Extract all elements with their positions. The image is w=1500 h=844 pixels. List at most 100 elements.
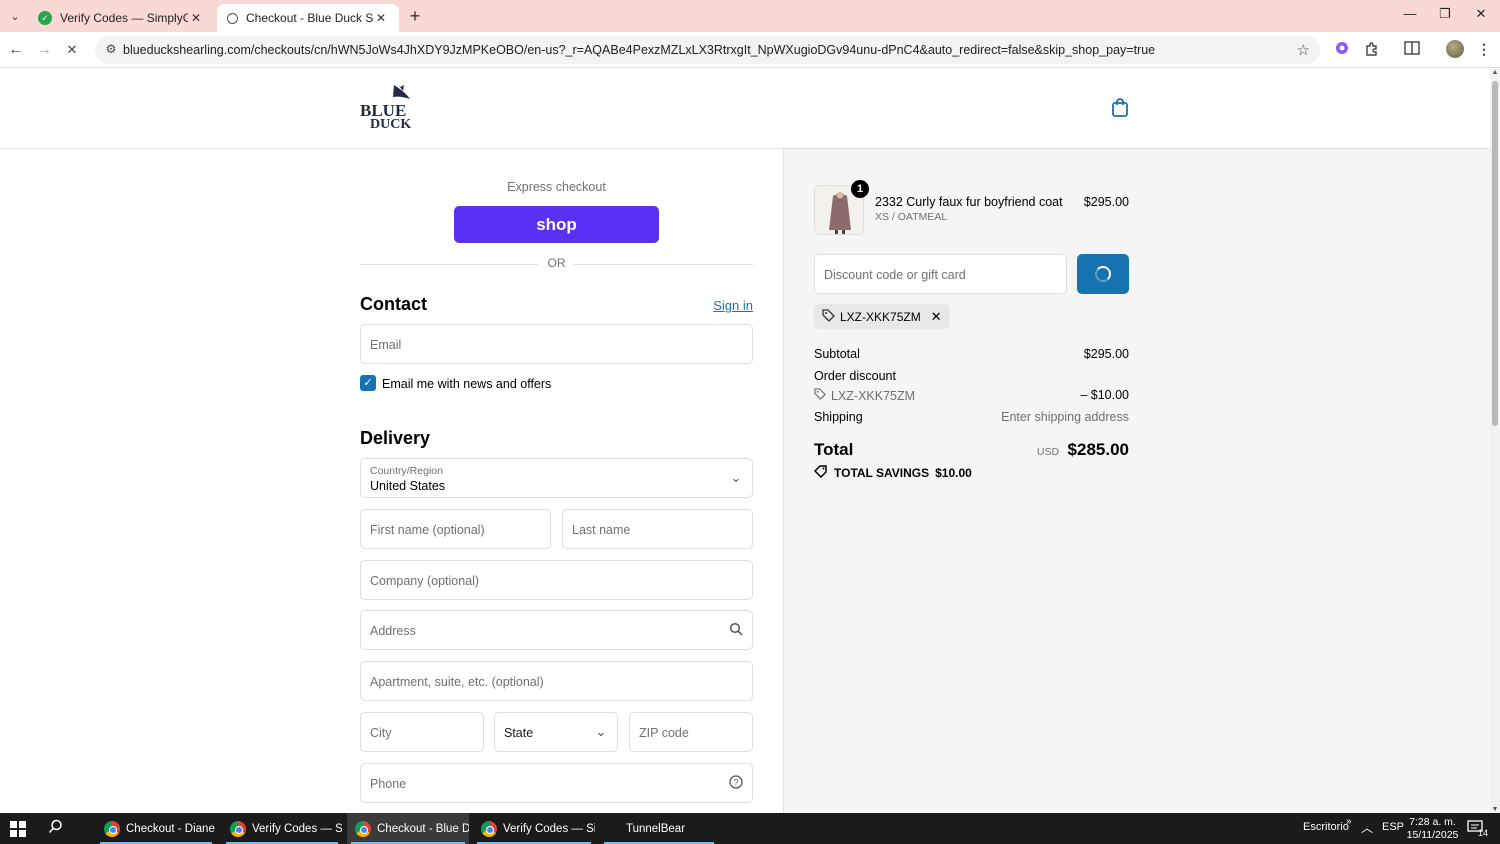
chevron-up-icon[interactable]: ︿ — [1361, 819, 1373, 836]
order-summary-pane — [783, 149, 1490, 813]
bookmark-star-icon[interactable]: ☆ — [1297, 41, 1310, 59]
tab-search-chevron-icon[interactable]: ⌄ — [6, 7, 24, 25]
tag-icon — [814, 388, 826, 403]
windows-start-icon[interactable] — [10, 821, 26, 837]
extensions-puzzle-icon[interactable] — [1362, 41, 1382, 61]
remove-discount-icon[interactable]: ✕ — [931, 309, 942, 325]
taskbar-app-tunnelbear[interactable]: TunnelBear — [600, 813, 718, 844]
scroll-down-arrow-icon[interactable]: ▼ — [1491, 806, 1499, 813]
news-checkbox-label[interactable]: Email me with news and offers — [382, 377, 551, 391]
store-header: BLUE DUCK — [0, 69, 1490, 149]
savings-label: TOTAL SAVINGS — [834, 466, 930, 480]
checkout-page: BLUE DUCK Express checkout shop OR Conta… — [0, 69, 1490, 813]
subtotal-label: Subtotal — [814, 347, 860, 361]
simplycodes-favicon-icon: ✓ — [38, 11, 52, 25]
state-placeholder: State — [504, 726, 534, 740]
close-tab-icon[interactable]: ✕ — [373, 11, 389, 25]
first-name-field[interactable]: First name (optional) — [360, 509, 551, 549]
discount-code-field[interactable]: Discount code or gift card — [814, 254, 1067, 294]
taskbar-app-label: Checkout - Diane K... — [126, 822, 216, 835]
forward-icon[interactable]: → — [34, 40, 54, 60]
desktop-label[interactable]: Escritorio — [1303, 821, 1349, 833]
blue-duck-logo[interactable]: BLUE DUCK — [360, 83, 422, 132]
minimize-icon[interactable]: — — [1397, 6, 1423, 26]
shipping-value: Enter shipping address — [1001, 410, 1129, 424]
chevron-double-icon[interactable]: » — [1346, 816, 1352, 827]
svg-text:?: ? — [733, 778, 738, 788]
close-tab-icon[interactable]: ✕ — [188, 11, 204, 25]
shop-pay-button[interactable]: shop — [454, 206, 659, 243]
total-amount: USD $285.00 — [990, 440, 1129, 460]
applied-discount-chip: LXZ-XKK75ZM ✕ — [814, 304, 950, 329]
product-price: $295.00 — [1083, 195, 1129, 209]
shopping-bag-icon[interactable] — [1110, 97, 1130, 119]
address-bar[interactable]: ⚙ blueduckshearling.com/checkouts/cn/hWN… — [95, 36, 1320, 64]
sign-in-link[interactable]: Sign in — [700, 298, 753, 313]
scrollbar-thumb[interactable] — [1492, 81, 1498, 426]
extension-purple-icon[interactable] — [1332, 41, 1352, 61]
discount-code-text: LXZ-XKK75ZM — [831, 388, 916, 403]
zip-field[interactable]: ZIP code — [629, 712, 753, 752]
city-field[interactable]: City — [360, 712, 484, 752]
applied-code-text: LXZ-XKK75ZM — [840, 309, 921, 324]
help-circle-icon[interactable]: ? — [728, 775, 744, 791]
taskbar-app-label: Checkout - Blue Du... — [377, 822, 469, 835]
taskbar-app-label: Verify Codes — Sim... — [503, 822, 595, 835]
email-placeholder: Email — [370, 338, 402, 352]
browser-menu-icon[interactable]: ⋮ — [1474, 41, 1494, 61]
scroll-up-arrow-icon[interactable]: ▲ — [1491, 69, 1499, 76]
windows-taskbar: Checkout - Diane K... Verify Codes — Sim… — [0, 813, 1500, 844]
discount-value: – $10.00 — [1080, 388, 1129, 402]
url-text[interactable]: blueduckshearling.com/checkouts/cn/hWN5J… — [123, 43, 1155, 57]
address-field[interactable]: Address — [360, 610, 753, 650]
back-icon[interactable]: ← — [6, 40, 26, 60]
loading-favicon-icon — [227, 12, 238, 24]
search-icon[interactable] — [48, 819, 63, 838]
site-settings-icon[interactable]: ⚙ — [103, 42, 119, 58]
taskbar-app-label: Verify Codes — Sim... — [252, 822, 342, 835]
search-icon — [728, 622, 744, 638]
clock-time: 7:28 a. m. — [1409, 816, 1456, 828]
taskbar-app-chrome-1[interactable]: Checkout - Diane K... — [96, 813, 216, 844]
restore-icon[interactable]: ❐ — [1432, 6, 1458, 26]
phone-placeholder: Phone — [370, 777, 407, 791]
close-window-icon[interactable]: ✕ — [1468, 6, 1494, 26]
phone-field[interactable]: Phone ? — [360, 763, 753, 803]
page-scrollbar[interactable]: ▲ ▼ — [1490, 69, 1500, 813]
news-checkbox[interactable]: ✓ — [360, 375, 376, 391]
clock[interactable]: 7:28 a. m. 15/11/2025 — [1400, 816, 1465, 842]
or-divider: OR — [360, 256, 753, 272]
tag-icon — [822, 308, 835, 325]
tab-checkout[interactable]: Checkout - Blue Duck Shearling ✕ — [217, 4, 399, 32]
reading-mode-icon[interactable] — [1402, 41, 1422, 61]
company-field[interactable]: Company (optional) — [360, 560, 753, 600]
apartment-placeholder: Apartment, suite, etc. (optional) — [370, 675, 544, 689]
taskbar-app-chrome-3[interactable]: Checkout - Blue Du... — [347, 813, 469, 844]
city-placeholder: City — [370, 726, 392, 740]
country-label: Country/Region — [370, 465, 443, 477]
total-currency: USD — [1036, 446, 1060, 458]
contact-heading: Contact — [360, 294, 427, 314]
apartment-field[interactable]: Apartment, suite, etc. (optional) — [360, 661, 753, 701]
stop-loading-icon[interactable]: ✕ — [62, 40, 82, 60]
new-tab-plus-icon[interactable]: + — [405, 6, 425, 26]
profile-avatar[interactable] — [1446, 40, 1464, 58]
taskbar-app-chrome-4[interactable]: Verify Codes — Sim... — [473, 813, 595, 844]
state-select[interactable]: State ⌄ — [494, 712, 618, 752]
chrome-icon — [230, 820, 246, 837]
discount-placeholder: Discount code or gift card — [824, 268, 966, 282]
clock-date: 15/11/2025 — [1406, 829, 1459, 841]
express-checkout-label: Express checkout — [507, 180, 606, 194]
zip-placeholder: ZIP code — [639, 726, 689, 740]
apply-discount-button[interactable] — [1077, 254, 1129, 294]
chrome-icon — [104, 820, 120, 837]
order-discount-label: Order discount — [814, 369, 896, 383]
taskbar-app-chrome-2[interactable]: Verify Codes — Sim... — [222, 813, 342, 844]
product-name: 2332 Curly faux fur boyfriend coat — [875, 195, 1063, 209]
tab-verify-codes[interactable]: ✓ Verify Codes — SimplyCodes ✕ — [28, 4, 214, 32]
chevron-down-icon: ⌄ — [730, 470, 742, 485]
email-field[interactable]: Email — [360, 324, 753, 364]
country-select[interactable]: Country/Region United States ⌄ — [360, 458, 753, 498]
last-name-field[interactable]: Last name — [562, 509, 753, 549]
product-variant: XS / OATMEAL — [875, 211, 948, 223]
